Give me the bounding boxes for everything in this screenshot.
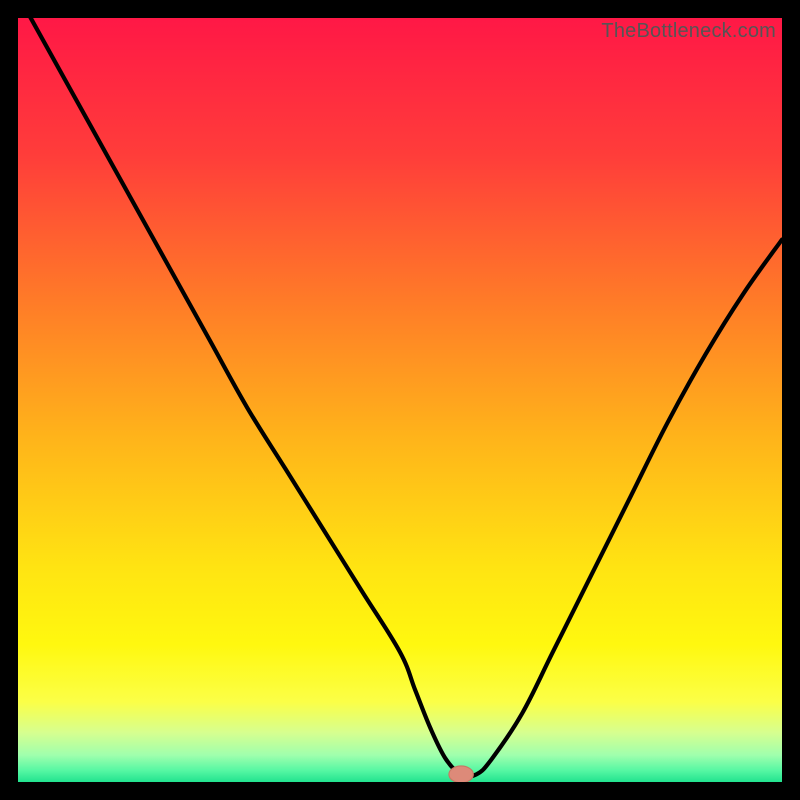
chart-frame: TheBottleneck.com bbox=[0, 0, 800, 800]
bottleneck-curve bbox=[18, 18, 782, 776]
plot-area: TheBottleneck.com bbox=[18, 18, 782, 782]
optimal-marker bbox=[449, 766, 473, 782]
watermark-text: TheBottleneck.com bbox=[601, 20, 776, 43]
curve-layer bbox=[18, 18, 782, 782]
